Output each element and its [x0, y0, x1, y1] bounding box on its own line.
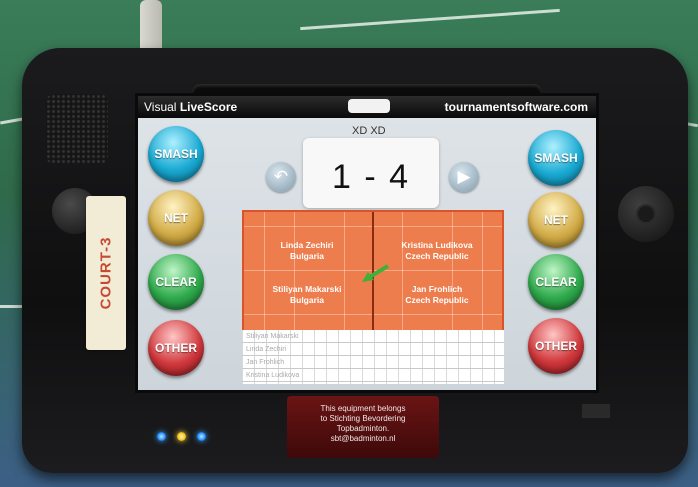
- status-led-yellow: [177, 432, 186, 441]
- left-clear-button[interactable]: CLEAR: [148, 254, 204, 310]
- player-top-right[interactable]: Kristina Ludikova Czech Republic: [378, 240, 496, 262]
- device-screen: Visual LiveScore tournamentsoftware.com …: [135, 93, 599, 393]
- undo-icon: ↶: [273, 167, 289, 186]
- court-line: [482, 212, 483, 330]
- log-row: Jan Frohlich: [242, 356, 504, 369]
- sticker-line: This equipment belongs: [320, 404, 406, 413]
- score-box: 1 - 4: [303, 138, 439, 208]
- player-country: Bulgaria: [289, 295, 324, 305]
- sticker-line: to Stichting Bevordering: [320, 414, 406, 423]
- player-name: Stiliyan Makarski: [272, 284, 342, 294]
- play-icon: ▶: [457, 167, 471, 186]
- player-country: Czech Republic: [405, 295, 469, 305]
- app-header: Visual LiveScore tournamentsoftware.com: [138, 96, 596, 118]
- right-clear-button[interactable]: CLEAR: [528, 254, 584, 310]
- court-line: [402, 212, 403, 330]
- sticker-line: sbt@badminton.nl: [330, 434, 396, 443]
- player-name: Jan Frohlich: [411, 284, 463, 294]
- court-label-text: COURT-3: [97, 236, 115, 310]
- court-line: [294, 212, 295, 330]
- status-led-blue: [197, 432, 206, 441]
- speaker-grille: [46, 94, 108, 164]
- hardware-logo: [582, 404, 610, 418]
- ownership-sticker: This equipment belongs to Stichting Bevo…: [287, 396, 439, 458]
- player-top-left[interactable]: Linda Zechiri Bulgaria: [248, 240, 366, 262]
- player-country: Czech Republic: [405, 251, 469, 261]
- left-other-button[interactable]: OTHER: [148, 320, 204, 376]
- status-led-blue: [157, 432, 166, 441]
- court-diagram[interactable]: Linda Zechiri Bulgaria Kristina Ludikova…: [242, 210, 504, 332]
- right-net-button[interactable]: NET: [528, 192, 584, 248]
- next-button[interactable]: ▶: [449, 162, 479, 192]
- undo-button[interactable]: ↶: [266, 162, 296, 192]
- app-brand: Visual LiveScore: [144, 100, 237, 114]
- site-name: tournamentsoftware.com: [444, 100, 588, 114]
- right-other-button[interactable]: OTHER: [528, 318, 584, 374]
- left-net-button[interactable]: NET: [148, 190, 204, 246]
- player-bottom-right[interactable]: Jan Frohlich Czech Republic: [378, 284, 496, 306]
- event-label: XD XD: [352, 125, 386, 137]
- log-row: Linda Zechiri: [242, 343, 504, 356]
- court-line: [344, 212, 345, 330]
- player-country: Bulgaria: [289, 251, 324, 261]
- court-line: [452, 212, 453, 330]
- log-row: Stiliyan Makarski: [242, 330, 504, 343]
- right-smash-button[interactable]: SMASH: [528, 130, 584, 186]
- court-line: [264, 212, 265, 330]
- menu-pill-button[interactable]: [348, 99, 390, 113]
- player-bottom-left[interactable]: Stiliyan Makarski Bulgaria: [248, 284, 366, 306]
- right-dpad[interactable]: [618, 186, 674, 242]
- sticker-line: Topbadminton.: [336, 424, 390, 433]
- player-name: Linda Zechiri: [280, 240, 334, 250]
- score-text: 1 - 4: [331, 158, 411, 196]
- brand-prefix: Visual: [144, 100, 180, 114]
- court-label-sticker: COURT-3: [86, 196, 126, 350]
- serve-arrow-icon: [362, 264, 390, 282]
- player-name: Kristina Ludikova: [401, 240, 473, 250]
- rally-log: Stiliyan Makarski Linda Zechiri Jan Froh…: [242, 330, 504, 384]
- left-smash-button[interactable]: SMASH: [148, 126, 204, 182]
- log-row: Kristina Ludikova: [242, 369, 504, 382]
- brand-name: LiveScore: [179, 100, 238, 114]
